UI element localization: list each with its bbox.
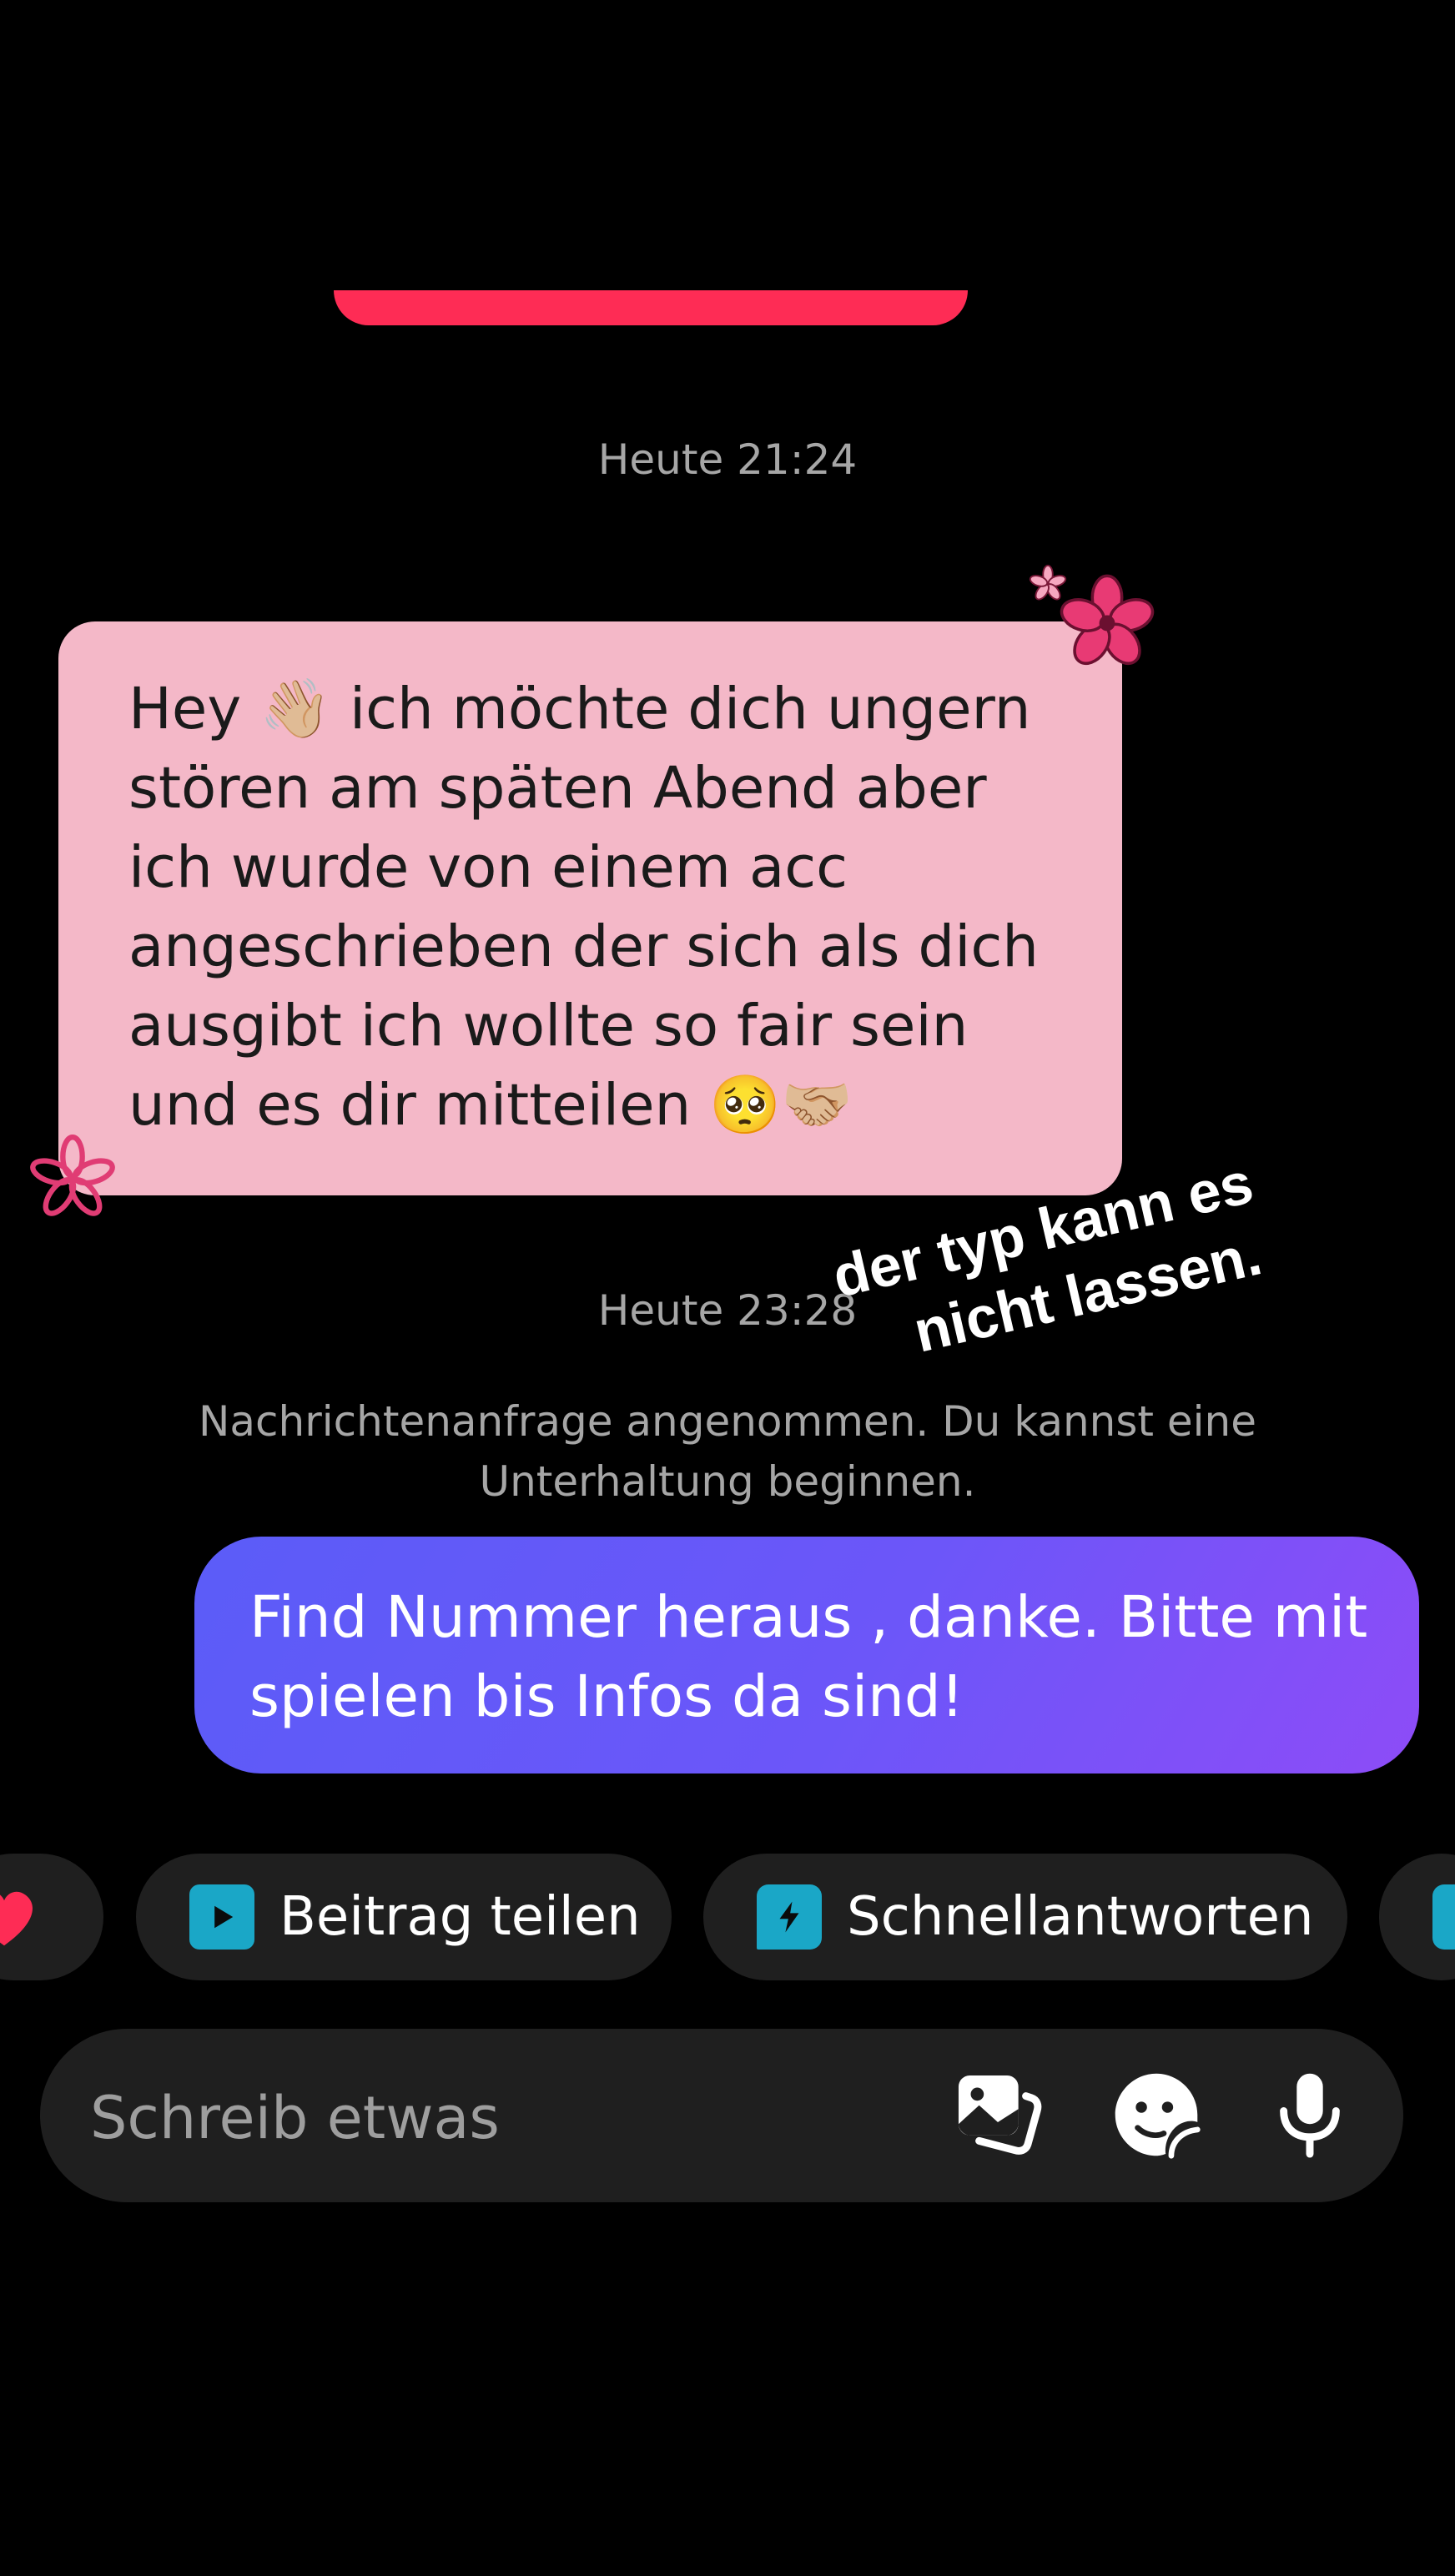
- chip-label: Schnellantworten: [847, 1886, 1314, 1948]
- message-line: angeschrieben der sich als dich: [128, 913, 1040, 980]
- top-banner-edge: [334, 290, 968, 325]
- flower-outline-sticker-icon: [30, 1135, 115, 1216]
- system-notice: Nachrichtenanfrage angenommen. Du kannst…: [0, 1391, 1455, 1512]
- chip-more[interactable]: [1379, 1854, 1455, 1980]
- message-line: spielen bis Infos da sind!: [249, 1663, 964, 1730]
- message-line: stören am späten Abend aber: [128, 755, 987, 822]
- flower-sticker-icon: [1060, 574, 1155, 666]
- message-line: und es dir mitteilen 🥺🤝🏼: [128, 1072, 853, 1139]
- message-input-placeholder[interactable]: Schreib etwas: [90, 2084, 500, 2152]
- message-line: Find Nummer heraus , danke. Bitte mit: [249, 1584, 1368, 1651]
- play-video-icon: [189, 1884, 254, 1950]
- sticker-icon[interactable]: [1110, 2068, 1203, 2161]
- chip-share-post[interactable]: Beitrag teilen: [136, 1854, 672, 1980]
- message-timestamp: Heute 21:24: [597, 435, 858, 484]
- image-gallery-icon[interactable]: [951, 2068, 1045, 2161]
- outgoing-message-bubble[interactable]: Find Nummer heraus , danke. Bitte mit sp…: [194, 1537, 1419, 1774]
- heart-icon: [0, 1891, 33, 1946]
- message-composer[interactable]: Schreib etwas: [40, 2029, 1403, 2202]
- message-line: Hey 👋🏼 ich möchte dich ungern: [128, 676, 1031, 742]
- message-line: ausgibt ich wollte so fair sein: [128, 993, 969, 1059]
- notice-line: Unterhaltung beginnen.: [479, 1457, 976, 1506]
- chat-icon: [1432, 1884, 1455, 1950]
- incoming-message-bubble[interactable]: Hey 👋🏼 ich möchte dich ungern stören am …: [58, 621, 1122, 1195]
- chip-heart[interactable]: [0, 1854, 103, 1980]
- microphone-icon[interactable]: [1263, 2068, 1357, 2161]
- small-flower-sticker-icon: [1029, 564, 1067, 601]
- chip-label: Beitrag teilen: [279, 1886, 641, 1948]
- lightning-chat-icon: [757, 1884, 822, 1950]
- chip-quick-replies[interactable]: Schnellantworten: [703, 1854, 1347, 1980]
- message-line: ich wurde von einem acc: [128, 834, 848, 901]
- notice-line: Nachrichtenanfrage angenommen. Du kannst…: [198, 1397, 1257, 1446]
